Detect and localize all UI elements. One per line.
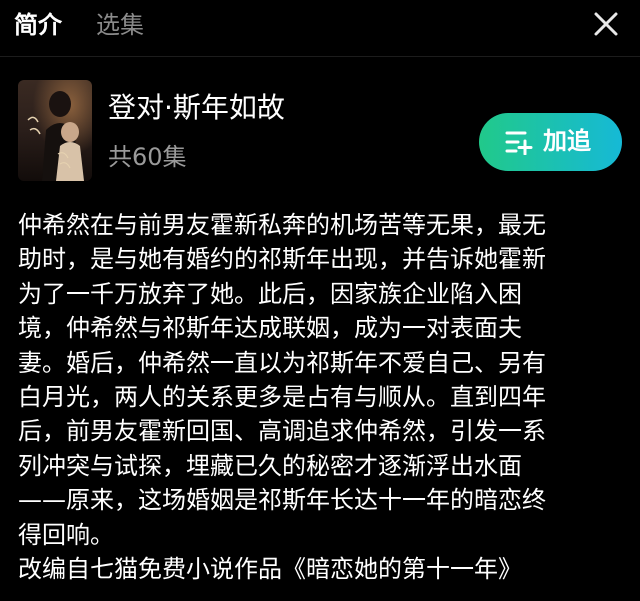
follow-button-label: 加追 [543,127,591,155]
synopsis-line: 列冲突与试探，埋藏已久的秘密才逐渐浮出水面 [18,451,522,480]
synopsis-line: 得回响。 [18,520,114,549]
close-button[interactable] [592,10,620,38]
follow-button[interactable]: 加追 [479,113,622,171]
poster-image [18,80,92,181]
tab-bar: 简介 选集 [0,0,640,52]
episode-count: 共60集 [108,143,187,171]
tab-episodes[interactable]: 选集 [96,8,144,42]
synopsis-line: 妻。婚后，仲希然一直以为祁斯年不爱自己、另有 [18,348,546,377]
synopsis-line: 境，仲希然与祁斯年达成联姻，成为一对表面夫 [18,314,522,343]
synopsis-line: 白月光，两人的关系更多是占有与顺从。直到四年 [18,382,546,411]
synopsis-line: 为了一千万放弃了她。此后，因家族企业陷入困 [18,279,522,308]
synopsis-text: 仲希然在与前男友霍新私奔的机场苦等无果，最无 助时，是与她有婚约的祁斯年出现，并… [18,208,626,586]
show-title: 登对·斯年如故 [108,91,285,124]
synopsis-line: 改编自七猫免费小说作品《暗恋她的第十一年》 [18,554,522,583]
add-list-icon [505,131,533,155]
header-divider [0,56,640,57]
synopsis-line: 仲希然在与前男友霍新私奔的机场苦等无果，最无 [18,211,546,239]
synopsis-line: ——原来，这场婚姻是祁斯年长达十一年的暗恋终 [18,486,546,515]
tab-synopsis[interactable]: 简介 [14,8,62,42]
synopsis-line: 后，前男友霍新回国、高调追求仲希然，引发一系 [18,417,546,446]
synopsis-line: 助时，是与她有婚约的祁斯年出现，并告诉她霍新 [18,245,546,274]
poster-thumbnail[interactable] [18,80,92,181]
drama-detail-panel: 简介 选集 登对·斯年如故 共60集 加追 仲希然在与前男友霍新私奔的机场苦等无… [0,0,640,601]
close-icon [594,12,618,36]
